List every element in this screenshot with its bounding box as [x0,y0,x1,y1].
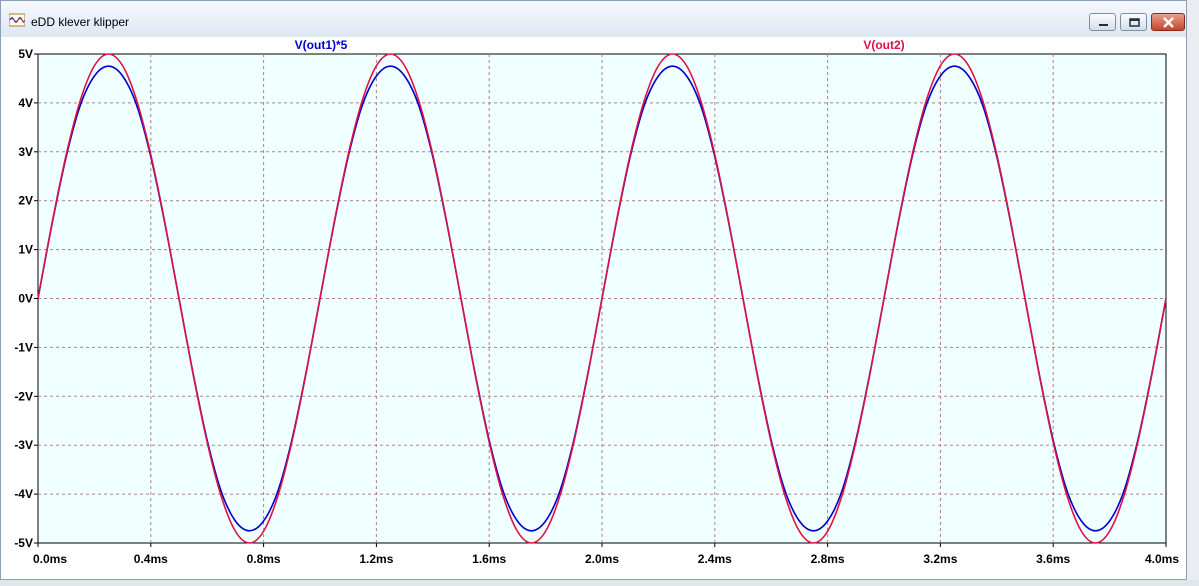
background-strip-right [1187,0,1199,586]
maximize-button[interactable] [1120,13,1147,31]
close-button[interactable] [1151,13,1185,31]
y-tick-label: -5V [14,536,33,550]
x-tick-label: 0.8ms [247,552,281,566]
y-tick-label: 5V [18,47,33,61]
trace-legend: V(out1)*5 V(out2) [295,38,905,52]
x-tick-label: 0.0ms [33,552,67,566]
y-tick-label: 0V [18,292,33,306]
x-tick-label: 2.8ms [811,552,845,566]
waveform-plot[interactable]: 5V4V3V2V1V0V-1V-2V-3V-4V-5V 0.0ms 0.4ms 0.… [1,37,1186,581]
x-tick-label: 2.0ms [585,552,619,566]
y-tick-label: -2V [14,389,33,403]
y-tick-label: -3V [14,438,33,452]
x-tick-label: 1.6ms [472,552,506,566]
background-strip-bottom [0,580,1199,586]
y-axis-ticks: 5V 4V 3V 2V 1V 0V -1V -2V -3V -4V -5V [14,47,38,550]
legend-label-1[interactable]: V(out1)*5 [295,38,348,52]
maximize-icon [1129,18,1140,27]
legend-label-2[interactable]: V(out2) [863,38,904,52]
x-tick-label: 1.2ms [359,552,393,566]
x-axis-ticks: 0.0ms 0.4ms 0.8ms 1.2ms 1.6ms 2.0ms 2.4ms 2.8ms… [33,543,1179,566]
y-tick-label: -4V [14,487,33,501]
window-title: eDD klever klipper [31,15,130,29]
x-tick-label: 0.4ms [134,552,168,566]
x-tick-label: 3.2ms [923,552,957,566]
y-tick-label: 1V [18,243,33,257]
x-tick-label: 3.6ms [1036,552,1070,566]
y-tick-label: 2V [18,194,33,208]
y-tick-label: 3V [18,145,33,159]
x-tick-label: 4.0ms [1145,552,1179,566]
close-icon [1163,17,1174,28]
waveform-icon [9,13,25,27]
minimize-icon [1099,24,1108,26]
y-tick-label: 4V [18,96,33,110]
minimize-button[interactable] [1089,13,1116,31]
plot-window: eDD klever klipper 5V 4V 3V 2V 1V 0V -1V -2V -3V… [0,0,1187,580]
x-tick-label: 2.4ms [698,552,732,566]
title-bar[interactable]: eDD klever klipper [1,1,1186,37]
y-tick-label: -1V [14,340,33,354]
